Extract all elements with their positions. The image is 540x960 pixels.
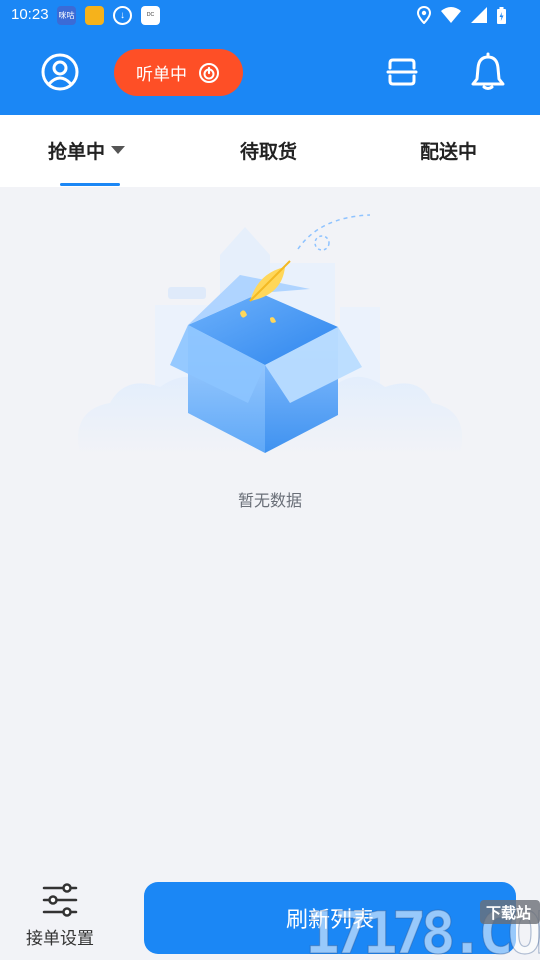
listening-label: 听单中 (136, 65, 187, 85)
wifi-icon (441, 7, 461, 23)
status-time: 10:23 (11, 6, 49, 23)
empty-box-illustration (78, 214, 463, 455)
settings-label: 接单设置 (26, 929, 94, 949)
download-notification-icon: ↓ (113, 6, 132, 25)
tab-delivering[interactable]: 配送中 (420, 137, 477, 164)
bell-icon[interactable] (468, 52, 508, 92)
power-icon (199, 62, 219, 83)
notification-app-icon (85, 6, 104, 25)
watermark-tag: 下载站 (486, 904, 531, 922)
location-icon (417, 6, 431, 24)
app-header: 10:23 咪咕 ↓ DC 听单中 (0, 0, 540, 115)
caret-down-icon (111, 146, 126, 154)
tab-label: 抢单中 (48, 141, 106, 163)
user-circle-icon[interactable] (40, 52, 80, 92)
scan-icon[interactable] (382, 52, 422, 92)
order-tabs: 抢单中 待取货 配送中 (0, 115, 540, 187)
status-bar: 10:23 咪咕 ↓ DC (0, 0, 540, 30)
signal-icon (471, 7, 487, 23)
active-tab-indicator (60, 183, 120, 186)
sliders-icon (42, 883, 78, 917)
order-settings-button[interactable]: 接单设置 (20, 880, 100, 950)
tab-awaiting-pickup[interactable]: 待取货 (240, 137, 297, 164)
notification-app-icon: 咪咕 (57, 6, 76, 25)
tab-grab-orders[interactable]: 抢单中 (48, 137, 126, 164)
empty-state-message: 暂无数据 (237, 491, 302, 510)
battery-icon (497, 6, 506, 24)
listening-toggle-button[interactable]: 听单中 (114, 49, 243, 96)
notification-app-icon: DC (141, 6, 160, 25)
site-watermark-logo: 17178.COM 下载站 (305, 898, 540, 960)
tab-label: 配送中 (420, 141, 478, 163)
tab-label: 待取货 (240, 141, 298, 163)
